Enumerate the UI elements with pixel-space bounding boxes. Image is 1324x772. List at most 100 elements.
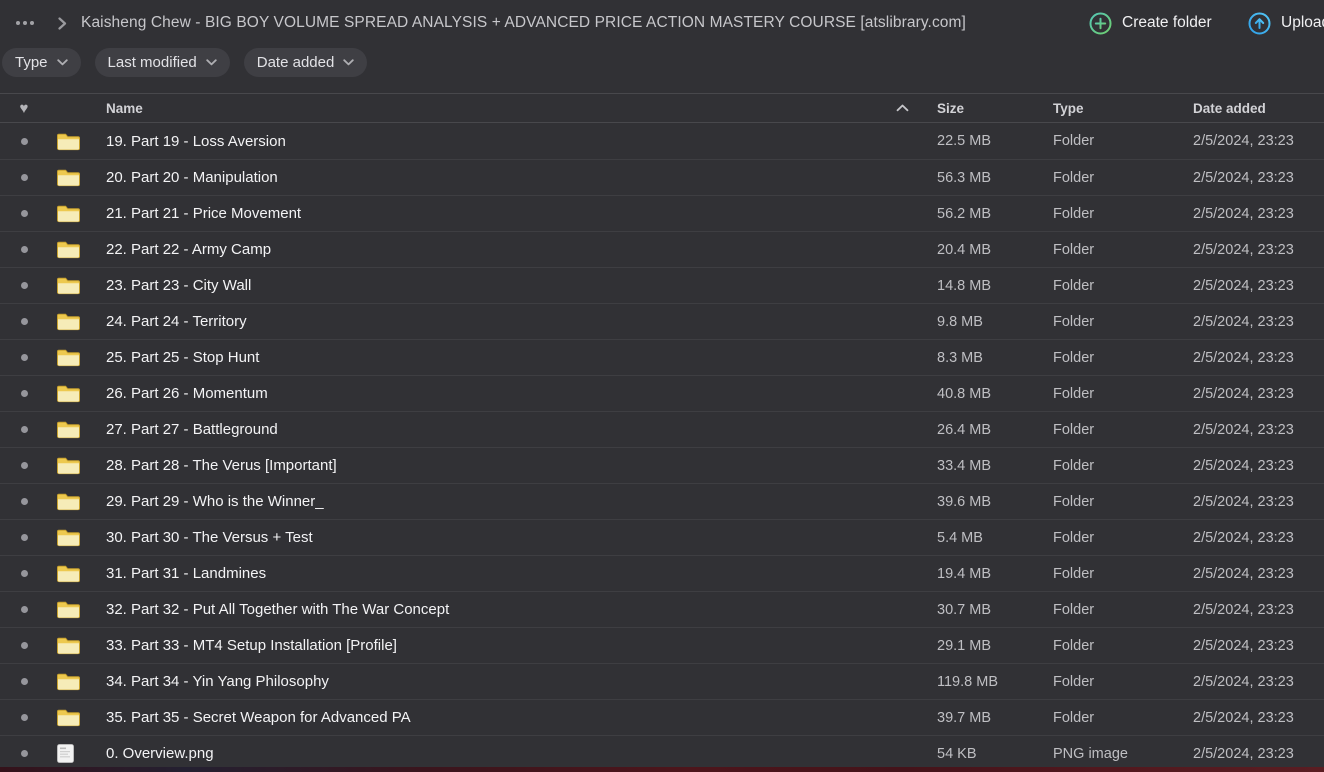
folder-icon: [57, 672, 80, 691]
row-selector[interactable]: [0, 246, 48, 253]
upload-button[interactable]: Upload: [1248, 0, 1324, 46]
table-row[interactable]: 27. Part 27 - Battleground 26.4 MB Folde…: [0, 411, 1324, 447]
chevron-down-icon: [57, 59, 68, 66]
folder-icon: [57, 564, 80, 583]
folder-icon: [57, 420, 80, 439]
row-selector[interactable]: [0, 354, 48, 361]
row-icon-cell: [48, 204, 90, 223]
column-header-name[interactable]: Name: [90, 101, 937, 116]
row-size: 26.4 MB: [937, 422, 1053, 438]
row-size: 119.8 MB: [937, 674, 1053, 690]
row-icon-cell: [48, 708, 90, 727]
table-row[interactable]: 21. Part 21 - Price Movement 56.2 MB Fol…: [0, 195, 1324, 231]
row-selector[interactable]: [0, 606, 48, 613]
table-row[interactable]: 0. Overview.png 54 KB PNG image 2/5/2024…: [0, 735, 1324, 771]
row-date: 2/5/2024, 23:23: [1193, 458, 1324, 474]
row-icon-cell: [48, 492, 90, 511]
table-row[interactable]: 26. Part 26 - Momentum 40.8 MB Folder 2/…: [0, 375, 1324, 411]
row-selector[interactable]: [0, 498, 48, 505]
row-selector[interactable]: [0, 534, 48, 541]
row-size: 39.6 MB: [937, 494, 1053, 510]
table-row[interactable]: 19. Part 19 - Loss Aversion 22.5 MB Fold…: [0, 123, 1324, 159]
folder-icon: [57, 204, 80, 223]
row-type: Folder: [1053, 458, 1193, 474]
column-header-date-added[interactable]: Date added: [1193, 101, 1324, 116]
row-size: 14.8 MB: [937, 278, 1053, 294]
selection-dot-icon: [21, 642, 28, 649]
selection-dot-icon: [21, 318, 28, 325]
filter-date-added-label: Date added: [257, 54, 335, 71]
table-row[interactable]: 23. Part 23 - City Wall 14.8 MB Folder 2…: [0, 267, 1324, 303]
selection-dot-icon: [21, 678, 28, 685]
row-selector[interactable]: [0, 282, 48, 289]
selection-dot-icon: [21, 606, 28, 613]
filter-type-label: Type: [15, 54, 48, 71]
row-selector[interactable]: [0, 570, 48, 577]
row-selector[interactable]: [0, 678, 48, 685]
row-type: Folder: [1053, 530, 1193, 546]
table-row[interactable]: 34. Part 34 - Yin Yang Philosophy 119.8 …: [0, 663, 1324, 699]
row-size: 8.3 MB: [937, 350, 1053, 366]
row-selector[interactable]: [0, 642, 48, 649]
column-header-type[interactable]: Type: [1053, 101, 1193, 116]
selection-dot-icon: [21, 138, 28, 145]
row-size: 9.8 MB: [937, 314, 1053, 330]
table-row[interactable]: 20. Part 20 - Manipulation 56.3 MB Folde…: [0, 159, 1324, 195]
row-selector[interactable]: [0, 750, 48, 757]
table-row[interactable]: 25. Part 25 - Stop Hunt 8.3 MB Folder 2/…: [0, 339, 1324, 375]
row-date: 2/5/2024, 23:23: [1193, 242, 1324, 258]
background-content-edge: [0, 767, 1324, 772]
table-row[interactable]: 33. Part 33 - MT4 Setup Installation [Pr…: [0, 627, 1324, 663]
sort-ascending-icon[interactable]: [896, 104, 909, 112]
table-row[interactable]: 31. Part 31 - Landmines 19.4 MB Folder 2…: [0, 555, 1324, 591]
row-type: PNG image: [1053, 746, 1193, 762]
row-type: Folder: [1053, 386, 1193, 402]
image-file-icon: [57, 744, 74, 763]
row-type: Folder: [1053, 170, 1193, 186]
selection-dot-icon: [21, 498, 28, 505]
filter-last-modified[interactable]: Last modified: [95, 48, 230, 77]
folder-icon: [57, 348, 80, 367]
table-row[interactable]: 32. Part 32 - Put All Together with The …: [0, 591, 1324, 627]
row-name: 20. Part 20 - Manipulation: [90, 169, 937, 186]
filter-bar: Type Last modified Date added: [2, 48, 367, 77]
row-icon-cell: [48, 240, 90, 259]
row-selector[interactable]: [0, 714, 48, 721]
table-row[interactable]: 24. Part 24 - Territory 9.8 MB Folder 2/…: [0, 303, 1324, 339]
row-date: 2/5/2024, 23:23: [1193, 710, 1324, 726]
folder-icon: [57, 132, 80, 151]
row-type: Folder: [1053, 602, 1193, 618]
breadcrumb-chevron-icon[interactable]: [58, 17, 67, 30]
row-selector[interactable]: [0, 390, 48, 397]
row-name: 35. Part 35 - Secret Weapon for Advanced…: [90, 709, 937, 726]
row-selector[interactable]: [0, 426, 48, 433]
row-icon-cell: [48, 132, 90, 151]
create-folder-button[interactable]: Create folder: [1089, 0, 1212, 46]
table-row[interactable]: 30. Part 30 - The Versus + Test 5.4 MB F…: [0, 519, 1324, 555]
more-options-icon[interactable]: [14, 15, 36, 31]
folder-icon: [57, 456, 80, 475]
table-row[interactable]: 22. Part 22 - Army Camp 20.4 MB Folder 2…: [0, 231, 1324, 267]
row-size: 56.3 MB: [937, 170, 1053, 186]
table-row[interactable]: 28. Part 28 - The Verus [Important] 33.4…: [0, 447, 1324, 483]
row-name: 31. Part 31 - Landmines: [90, 565, 937, 582]
column-header-favorite[interactable]: ♥: [0, 101, 48, 116]
row-selector[interactable]: [0, 462, 48, 469]
row-selector[interactable]: [0, 174, 48, 181]
table-row[interactable]: 35. Part 35 - Secret Weapon for Advanced…: [0, 699, 1324, 735]
filter-type[interactable]: Type: [2, 48, 81, 77]
folder-icon: [57, 168, 80, 187]
column-header-size[interactable]: Size: [937, 101, 1053, 116]
table-row[interactable]: 29. Part 29 - Who is the Winner_ 39.6 MB…: [0, 483, 1324, 519]
row-name: 29. Part 29 - Who is the Winner_: [90, 493, 937, 510]
selection-dot-icon: [21, 354, 28, 361]
row-type: Folder: [1053, 278, 1193, 294]
filter-date-added[interactable]: Date added: [244, 48, 368, 77]
row-selector[interactable]: [0, 318, 48, 325]
folder-icon: [57, 528, 80, 547]
row-selector[interactable]: [0, 210, 48, 217]
row-size: 40.8 MB: [937, 386, 1053, 402]
row-name: 26. Part 26 - Momentum: [90, 385, 937, 402]
upload-circle-icon: [1248, 12, 1271, 35]
row-selector[interactable]: [0, 138, 48, 145]
